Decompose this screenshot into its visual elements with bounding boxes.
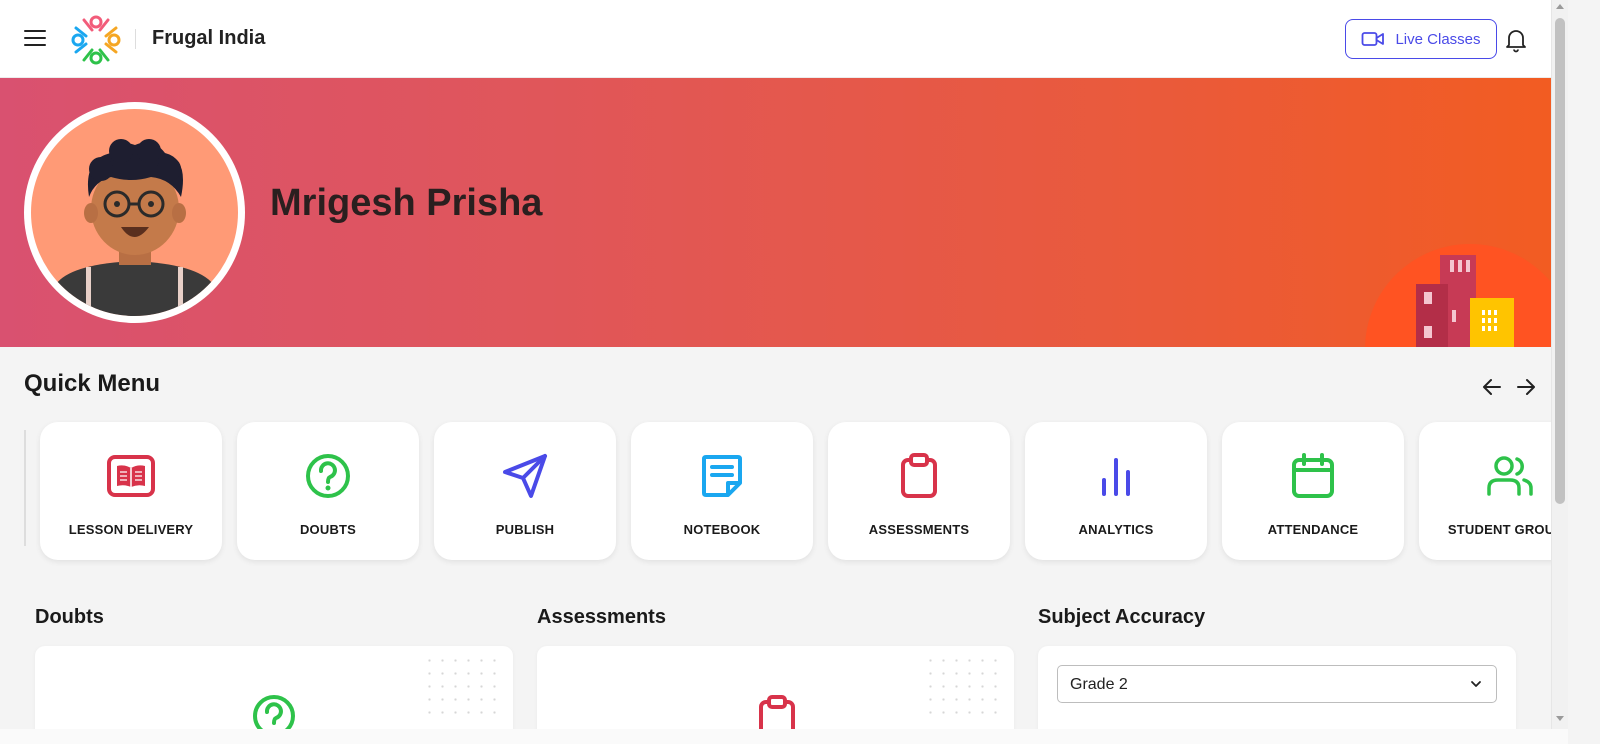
quick-menu-item-label: ASSESSMENTS — [868, 522, 970, 537]
scrollbar-thumb[interactable] — [1555, 18, 1565, 504]
video-camera-icon — [1362, 32, 1385, 46]
doubts-section-title: Doubts — [35, 606, 104, 628]
users-icon — [1487, 456, 1533, 496]
quick-menu-item-label: LESSON DELIVERY — [68, 522, 194, 537]
quick-menu-item-notebook[interactable]: NOTEBOOK — [631, 422, 813, 560]
avatar[interactable] — [31, 109, 238, 316]
assessments-section-title: Assessments — [537, 606, 666, 628]
arrow-right-icon[interactable] — [1515, 376, 1537, 398]
chevron-down-icon — [1471, 681, 1481, 687]
quick-menu-item-label: ATTENDANCE — [1267, 522, 1359, 537]
live-classes-label: Live Classes — [1395, 30, 1481, 48]
avatar-illustration — [51, 139, 219, 316]
live-classes-button[interactable]: Live Classes — [1345, 19, 1497, 59]
top-bar: Frugal India Live Classes — [0, 0, 1551, 78]
send-icon — [503, 454, 547, 498]
arrow-left-icon[interactable] — [1481, 376, 1503, 398]
calendar-icon — [1292, 453, 1334, 498]
dots-decoration — [924, 654, 1004, 724]
quick-menu-item-analytics[interactable]: ANALYTICS — [1025, 422, 1207, 560]
user-name: Mrigesh Prisha — [270, 182, 543, 224]
avatar-ring — [24, 102, 245, 323]
dots-decoration — [423, 654, 503, 724]
brand-name: Frugal India — [152, 27, 266, 49]
quick-menu-item-label: PUBLISH — [495, 522, 555, 537]
scroll-down-arrow-icon[interactable] — [1556, 716, 1564, 721]
grade-select-value: Grade 2 — [1070, 676, 1128, 693]
quick-menu-item-label: NOTEBOOK — [683, 522, 761, 537]
quick-menu-item-label: ANALYTICS — [1078, 522, 1154, 537]
grade-select[interactable]: Grade 2 — [1057, 665, 1497, 703]
quick-menu-item-assessments[interactable]: ASSESSMENTS — [828, 422, 1010, 560]
quick-menu-item-student-groups[interactable]: STUDENT GROUPS — [1419, 422, 1551, 560]
brand-logo-icon[interactable] — [70, 14, 122, 66]
scroll-up-arrow-icon[interactable] — [1556, 4, 1564, 9]
bar-chart-icon — [1102, 458, 1130, 496]
notification-bell-icon[interactable] — [1504, 27, 1528, 53]
quick-menu-item-publish[interactable]: PUBLISH — [434, 422, 616, 560]
horizontal-scrollbar[interactable] — [0, 729, 1568, 744]
brand-divider — [135, 29, 136, 49]
quick-menu-carousel: LESSON DELIVERY DOUBTS PUBLISH NOTEBOOK … — [24, 408, 1551, 578]
carousel-edge — [24, 430, 26, 546]
quick-menu-item-doubts[interactable]: DOUBTS — [237, 422, 419, 560]
quick-menu-item-lesson-delivery[interactable]: LESSON DELIVERY — [40, 422, 222, 560]
quick-menu-item-attendance[interactable]: ATTENDANCE — [1222, 422, 1404, 560]
quick-menu-item-label: DOUBTS — [299, 522, 357, 537]
buildings-illustration — [1416, 255, 1514, 347]
question-icon — [306, 454, 350, 498]
book-icon — [107, 455, 155, 497]
clipboard-icon — [901, 453, 937, 498]
quick-menu-item-label: STUDENT GROUPS — [1447, 522, 1551, 537]
vertical-scrollbar[interactable] — [1551, 0, 1568, 729]
profile-banner: Mrigesh Prisha — [0, 78, 1551, 347]
notebook-icon — [702, 455, 742, 497]
subject-accuracy-section-title: Subject Accuracy — [1038, 606, 1206, 628]
quick-menu-title: Quick Menu — [24, 370, 161, 397]
hamburger-menu-icon[interactable] — [24, 30, 46, 48]
